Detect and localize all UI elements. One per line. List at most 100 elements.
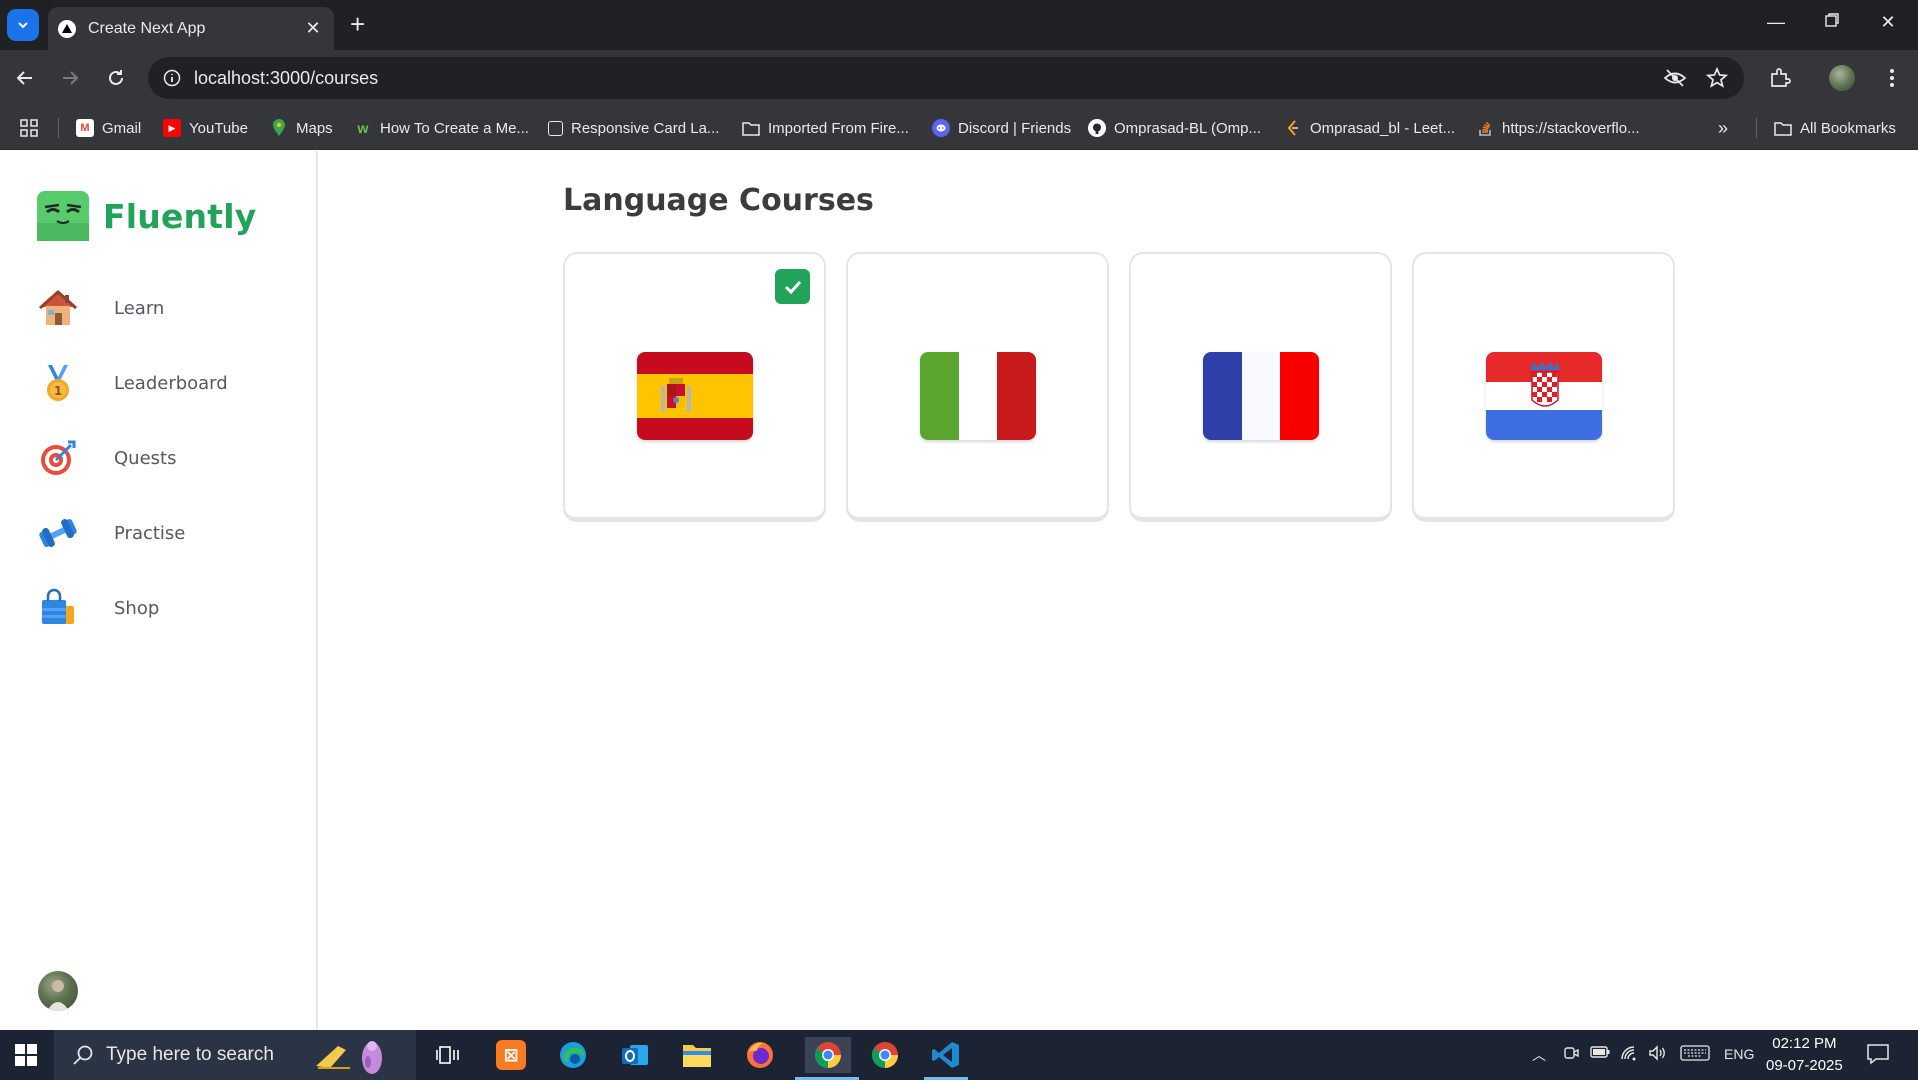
arrow-right-icon [63, 71, 79, 85]
sidebar-item-label: Leaderboard [114, 372, 228, 394]
bookmark-label: YouTube [189, 119, 248, 137]
tab-title: Create Next App [88, 19, 206, 37]
check-icon [775, 269, 810, 304]
outlook-icon[interactable] [617, 1037, 653, 1073]
battery-icon[interactable] [1590, 1045, 1610, 1062]
browser-tab[interactable]: Create Next App ✕ [48, 7, 334, 50]
all-bookmarks-button[interactable]: All Bookmarks [1774, 117, 1896, 139]
folder-icon [742, 119, 760, 137]
spain-flag-icon [637, 352, 753, 440]
back-button[interactable] [11, 64, 39, 92]
bookmark-how-to-create[interactable]: w How To Create a Me... [354, 117, 529, 139]
notifications-icon[interactable] [1866, 1043, 1890, 1068]
bookmark-discord[interactable]: Discord | Friends [932, 117, 1071, 139]
minimize-button[interactable]: — [1764, 12, 1788, 33]
profile-avatar[interactable] [1828, 64, 1856, 92]
bookmark-label: Responsive Card La... [571, 119, 720, 137]
folder-icon [1774, 119, 1792, 137]
nextjs-favicon-icon [58, 19, 76, 38]
bookmark-label: Maps [296, 119, 333, 137]
svg-text:1: 1 [54, 384, 62, 398]
bookmark-label: Omprasad-BL (Omp... [1114, 119, 1261, 137]
show-hidden-icons-chevron-icon[interactable]: ︿ [1532, 1045, 1546, 1065]
bookmark-label: Omprasad_bl - Leet... [1310, 119, 1456, 137]
bookmark-label: All Bookmarks [1800, 119, 1896, 137]
reload-button[interactable] [102, 64, 130, 92]
bookmark-maps[interactable]: Maps [270, 117, 333, 139]
task-view-icon[interactable] [430, 1037, 466, 1073]
mascot-icon [37, 191, 89, 241]
sidebar-item-shop[interactable]: Shop [36, 580, 296, 636]
leetcode-icon [1284, 119, 1302, 137]
bookmark-imported-folder[interactable]: Imported From Fire... [742, 117, 909, 139]
course-card-spanish[interactable] [563, 252, 826, 522]
site-info-icon[interactable] [160, 66, 184, 90]
bookmark-gmail[interactable]: M Gmail [76, 117, 141, 139]
windows-taskbar: Type here to search ⊠ ︿ ENG 02:12 PM 09-… [0, 1030, 1918, 1080]
sidebar-item-label: Learn [114, 297, 165, 319]
firefox-icon[interactable] [742, 1037, 778, 1073]
windows-start-icon[interactable] [14, 1043, 38, 1067]
bookmark-leetcode[interactable]: Omprasad_bl - Leet... [1284, 117, 1455, 139]
keyboard-icon[interactable] [1680, 1045, 1710, 1064]
user-avatar[interactable] [38, 971, 78, 1011]
brand-logo[interactable]: Fluently [37, 191, 256, 241]
medal-icon: 1 [36, 361, 80, 405]
browser-menu-icon[interactable] [1878, 64, 1906, 92]
reload-icon [109, 70, 123, 85]
bookmark-stackoverflow[interactable]: https://stackoverflo... [1476, 117, 1640, 139]
meet-now-icon[interactable] [1563, 1045, 1579, 1064]
sidebar: Fluently Learn 1 Leaderboard Quests Prac… [0, 151, 318, 1029]
page-icon [548, 120, 563, 136]
system-clock[interactable]: 02:12 PM 09-07-2025 [1766, 1033, 1843, 1077]
course-card-french[interactable] [1129, 252, 1392, 522]
close-tab-icon[interactable]: ✕ [302, 18, 324, 39]
search-icon [73, 1045, 93, 1065]
edge-icon[interactable] [555, 1037, 591, 1073]
extensions-icon[interactable] [1766, 64, 1794, 92]
gmail-icon: M [76, 119, 94, 137]
vscode-icon[interactable] [928, 1037, 964, 1073]
url-text: localhost:3000/courses [194, 68, 379, 88]
house-icon [36, 286, 80, 330]
address-bar[interactable]: localhost:3000/courses [148, 57, 1744, 99]
bookmark-youtube[interactable]: ▶ YouTube [163, 117, 248, 139]
restore-button[interactable] [1820, 12, 1844, 33]
sidebar-item-learn[interactable]: Learn [36, 280, 296, 336]
chrome-icon[interactable] [867, 1037, 903, 1073]
sidebar-item-practise[interactable]: Practise [36, 505, 296, 561]
bookmarks-divider [1756, 118, 1757, 138]
main-content: Language Courses [320, 151, 1918, 1029]
chrome-icon-active[interactable] [805, 1037, 851, 1073]
close-window-button[interactable]: ✕ [1876, 12, 1900, 33]
bookmark-responsive-card[interactable]: Responsive Card La... [548, 117, 719, 139]
bookmark-label: Discord | Friends [958, 119, 1072, 137]
apps-grid-icon[interactable] [20, 117, 38, 139]
bookmark-star-icon[interactable] [1704, 66, 1730, 90]
volume-icon[interactable] [1648, 1045, 1668, 1064]
search-highlight-icon [316, 1041, 382, 1074]
youtube-icon: ▶ [163, 119, 181, 137]
bookmark-label: How To Create a Me... [380, 119, 529, 137]
bookmark-github[interactable]: Omprasad-BL (Omp... [1088, 117, 1261, 139]
maps-icon [270, 119, 288, 137]
croatia-flag-icon [1486, 352, 1602, 440]
course-card-croatian[interactable] [1412, 252, 1675, 522]
sidebar-item-quests[interactable]: Quests [36, 430, 296, 486]
xampp-icon[interactable]: ⊠ [493, 1037, 529, 1073]
eye-off-icon[interactable] [1662, 66, 1688, 90]
forward-button[interactable] [56, 64, 84, 92]
wifi-icon[interactable] [1620, 1045, 1640, 1064]
new-tab-button[interactable]: + [350, 11, 365, 37]
input-language[interactable]: ENG [1724, 1046, 1754, 1062]
clock-date: 09-07-2025 [1766, 1057, 1843, 1074]
taskbar-search-box[interactable]: Type here to search [54, 1030, 416, 1080]
more-bookmarks-chevron-icon[interactable]: » [1718, 117, 1728, 139]
browser-toolbar: localhost:3000/courses [0, 50, 1918, 106]
course-card-italian[interactable] [846, 252, 1109, 522]
sidebar-item-leaderboard[interactable]: 1 Leaderboard [36, 355, 296, 411]
tab-search-button[interactable] [7, 9, 39, 41]
file-explorer-icon[interactable] [679, 1037, 715, 1073]
chevron-down-icon [18, 22, 28, 29]
stackoverflow-icon [1476, 119, 1494, 137]
